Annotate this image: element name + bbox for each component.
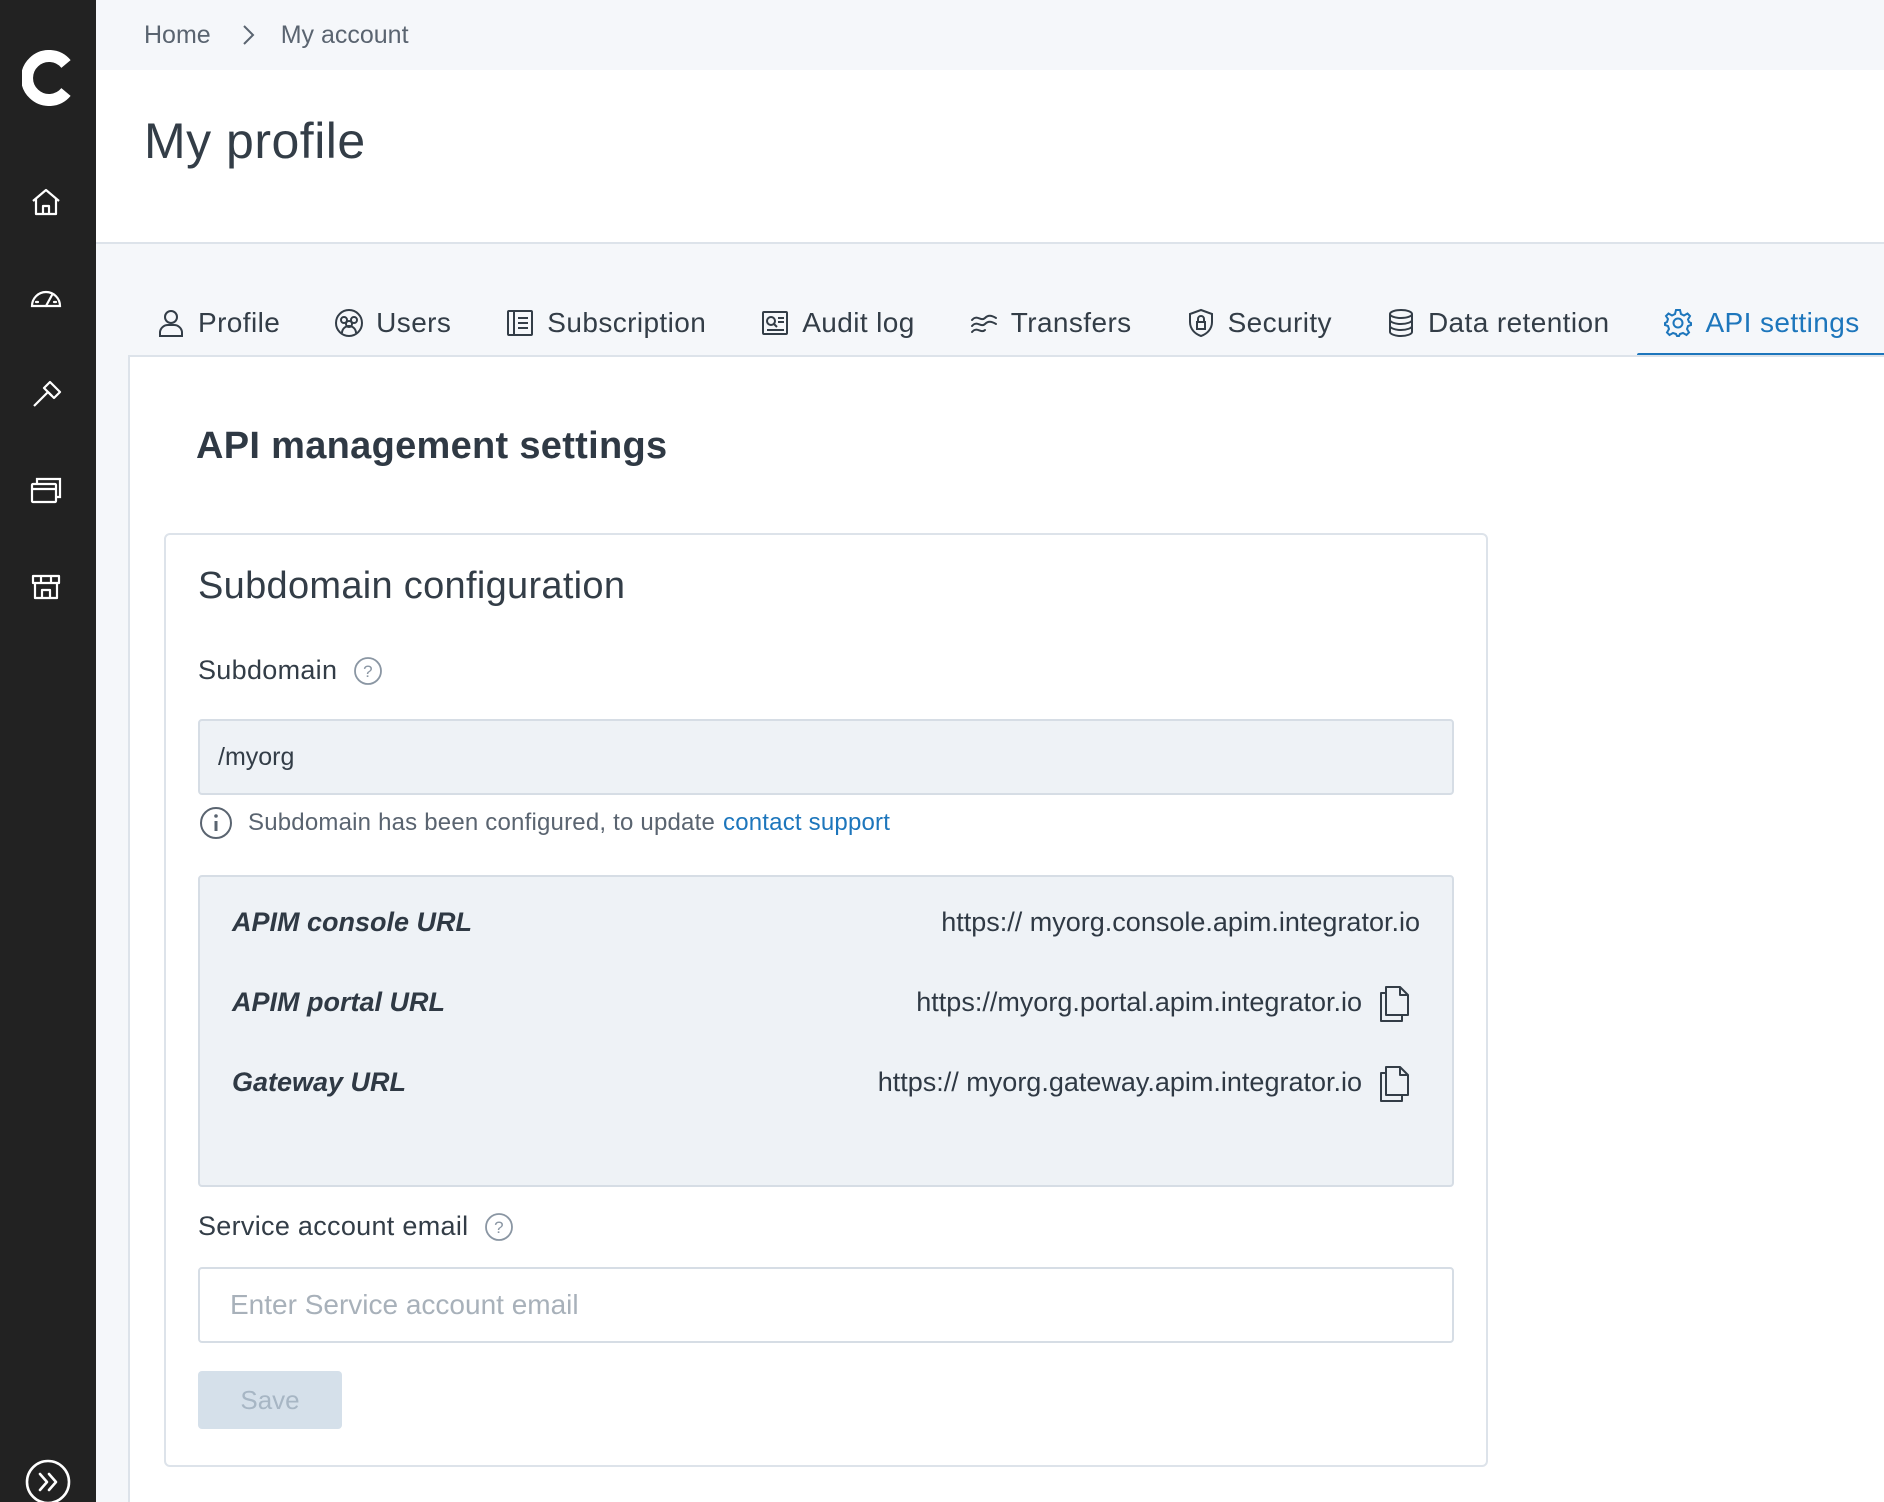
subscription-icon (507, 310, 534, 336)
tab-label: Profile (198, 307, 281, 338)
copy-icon[interactable] (1376, 981, 1414, 1023)
tools-icon[interactable] (28, 376, 64, 412)
users-icon (335, 309, 364, 337)
user-icon (159, 310, 183, 337)
tab-profile[interactable]: Profile (130, 292, 308, 354)
page-title: My profile (144, 113, 366, 169)
chevron-right-icon (242, 25, 255, 45)
windows-icon[interactable] (28, 472, 64, 508)
shield-icon (1188, 308, 1213, 338)
url-label: APIM console URL (232, 906, 473, 937)
url-text: https:// myorg.console.apim.integrator.i… (941, 906, 1420, 937)
breadcrumb-current: My account (280, 20, 409, 49)
url-row-gateway: Gateway URL https:// myorg.gateway.apim.… (200, 1057, 1452, 1107)
url-text: https://myorg.portal.apim.integrator.io (916, 986, 1362, 1017)
tab-label: Users (376, 307, 452, 338)
section-title: API management settings (196, 425, 668, 467)
svg-text:?: ? (495, 1218, 505, 1237)
info-icon (200, 807, 232, 839)
tab-label: API settings (1705, 307, 1860, 338)
home-icon[interactable] (28, 184, 64, 220)
info-text: Subdomain has been configured, to update (248, 809, 716, 836)
url-value: https://myorg.portal.apim.integrator.io (916, 981, 1414, 1023)
save-button[interactable]: Save (198, 1371, 342, 1429)
database-icon (1388, 309, 1413, 338)
page-header: My profile (96, 70, 1884, 244)
url-value: https:// myorg.console.apim.integrator.i… (941, 907, 1420, 938)
tab-security[interactable]: Security (1160, 292, 1360, 354)
tab-label: Audit log (802, 307, 915, 338)
tab-label: Transfers (1010, 307, 1132, 338)
subdomain-card: Subdomain configuration Subdomain ? /myo… (164, 533, 1488, 1467)
dashboard-icon[interactable] (28, 280, 64, 316)
tab-bar: Profile Users Subscription Audit log Tra… (130, 292, 1884, 358)
tab-label: Security (1227, 307, 1332, 338)
tab-audit-log[interactable]: Audit log (734, 292, 943, 354)
left-sidebar (0, 0, 96, 1502)
tab-subscription[interactable]: Subscription (479, 292, 734, 354)
email-label: Service account email ? (198, 1211, 514, 1242)
tab-data-retention[interactable]: Data retention (1360, 292, 1638, 354)
url-text: https:// myorg.gateway.apim.integrator.i… (877, 1066, 1362, 1097)
breadcrumb: Home My account (96, 0, 1884, 70)
audit-log-icon (762, 311, 789, 335)
contact-support-link[interactable]: contact support (723, 809, 890, 837)
tab-label: Data retention (1427, 307, 1610, 338)
tab-users[interactable]: Users (308, 292, 479, 354)
url-list: APIM console URL https:// myorg.console.… (198, 875, 1454, 1187)
email-label-text: Service account email (198, 1211, 469, 1241)
card-title: Subdomain configuration (198, 565, 626, 607)
subdomain-label: Subdomain ? (198, 655, 383, 686)
gear-icon (1664, 309, 1693, 337)
service-account-email-input[interactable] (198, 1267, 1454, 1343)
url-row-console: APIM console URL https:// myorg.console.… (200, 897, 1452, 947)
svg-text:?: ? (363, 662, 373, 681)
copy-icon[interactable] (1376, 1061, 1414, 1103)
subdomain-label-text: Subdomain (198, 655, 338, 685)
tab-transfers[interactable]: Transfers (943, 292, 1160, 354)
breadcrumb-home[interactable]: Home (144, 21, 211, 50)
url-label: Gateway URL (232, 1066, 407, 1097)
help-icon[interactable]: ? (353, 656, 383, 686)
url-value: https:// myorg.gateway.apim.integrator.i… (878, 1061, 1414, 1103)
url-row-portal: APIM portal URL https://myorg.portal.api… (200, 977, 1452, 1027)
celigo-logo[interactable] (22, 50, 74, 106)
help-icon[interactable]: ? (484, 1212, 514, 1242)
tab-api-settings[interactable]: API settings (1637, 292, 1884, 358)
transfers-icon (970, 314, 997, 333)
subdomain-info: Subdomain has been configured, to update… (198, 805, 890, 841)
expand-sidebar-icon[interactable] (24, 1458, 72, 1502)
marketplace-icon[interactable] (28, 568, 64, 604)
subdomain-input: /myorg (198, 719, 1454, 795)
tab-label: Subscription (547, 307, 707, 338)
content-panel: API management settings Subdomain config… (128, 355, 1884, 1502)
url-label: APIM portal URL (232, 986, 445, 1017)
